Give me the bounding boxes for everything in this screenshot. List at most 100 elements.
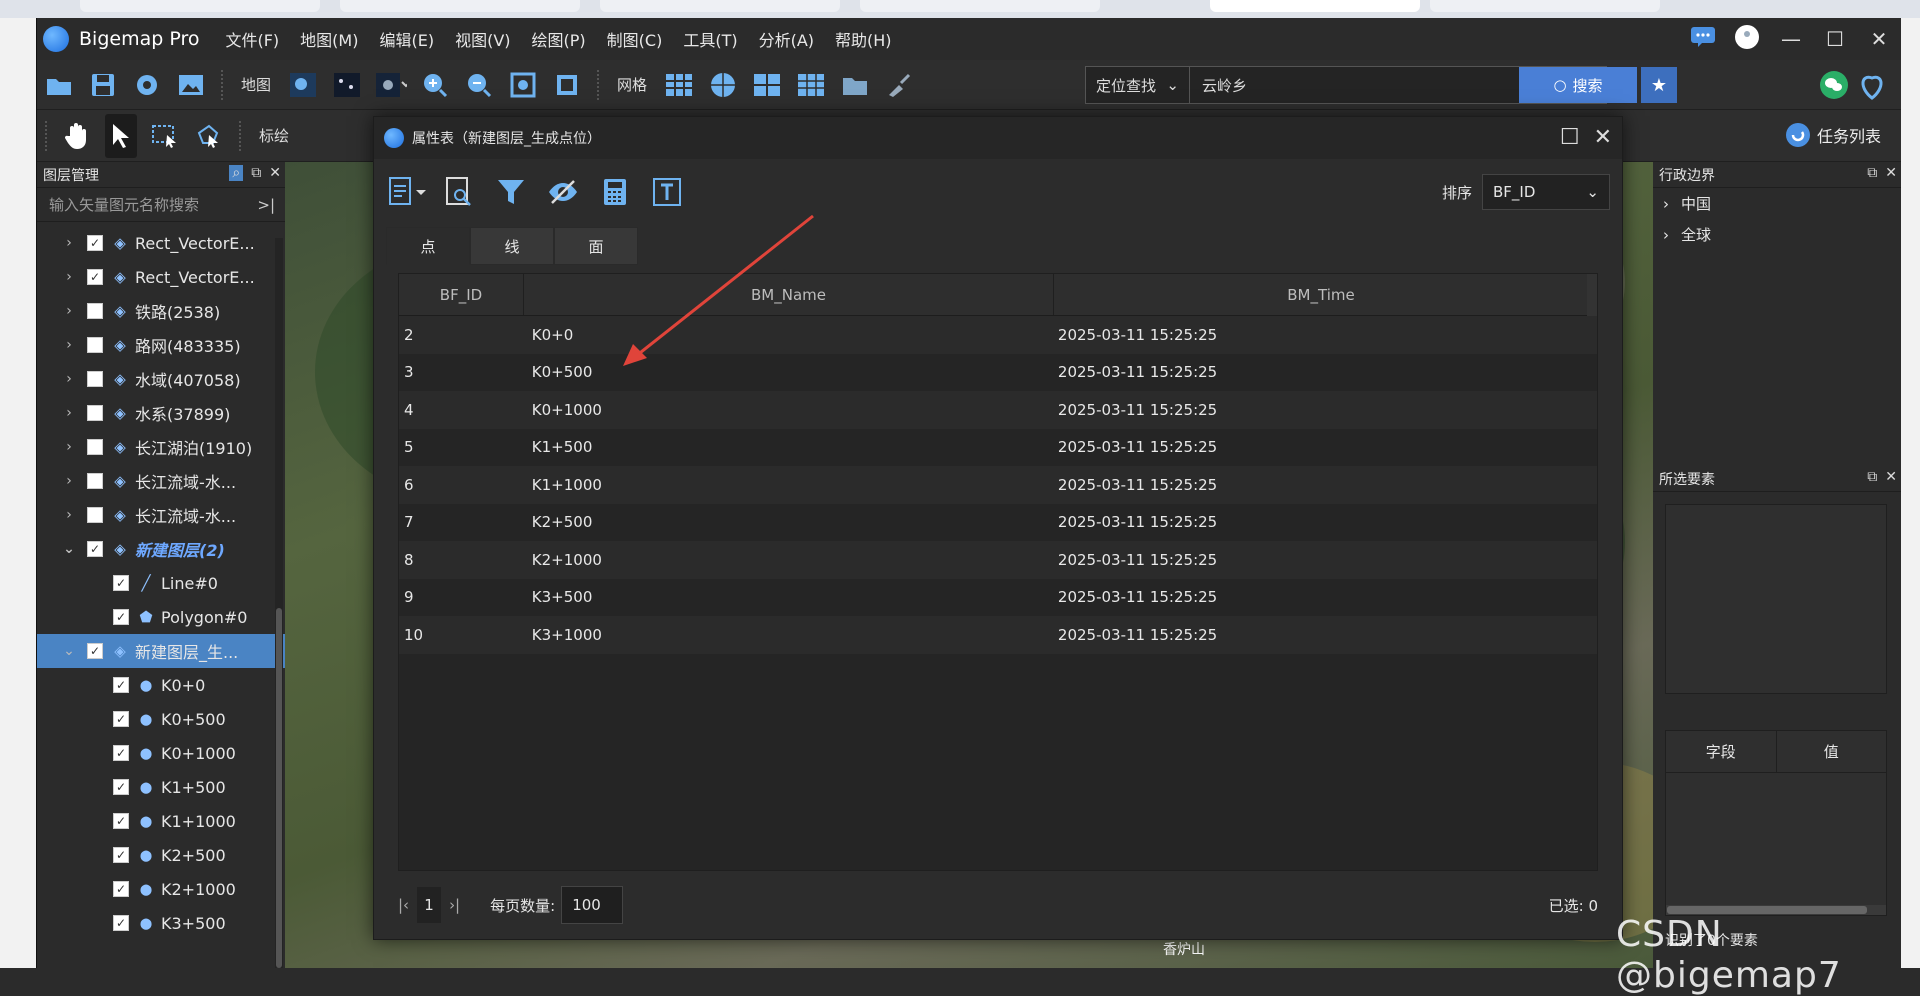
last-page-icon[interactable]: ›| [449, 896, 460, 914]
pan-hand-icon[interactable] [61, 121, 93, 151]
layer-row[interactable]: › ◈ 长江流域-水... [59, 498, 285, 532]
layer-row[interactable]: › ◈ 水域(407058) [59, 362, 285, 396]
layer-checkbox[interactable]: ✓ [113, 677, 129, 693]
layer-checkbox[interactable]: ✓ [113, 609, 129, 625]
chevron-right-icon[interactable]: › [1663, 195, 1669, 213]
float-panel-icon[interactable]: ⧉ [251, 165, 261, 181]
menu-tools[interactable]: 工具(T) [683, 27, 737, 51]
zoom-out-icon[interactable] [463, 70, 495, 100]
layer-checkbox[interactable] [87, 473, 103, 489]
zoom-in-icon[interactable] [419, 70, 451, 100]
table-row[interactable]: 7 K2+500 2025-03-11 15:25:25 [399, 503, 1597, 541]
search-button[interactable]: ○ 搜索 [1519, 67, 1637, 103]
close-panel-icon[interactable]: ✕ [269, 165, 281, 181]
layer-row[interactable]: ✓ ⬤ K3+500 [59, 906, 285, 940]
admin-item-china[interactable]: › 中国 [1653, 188, 1901, 219]
chevron-right-icon[interactable]: › [59, 303, 79, 319]
tab-point[interactable]: 点 [386, 227, 470, 265]
box-select-icon[interactable] [149, 121, 181, 151]
table-row[interactable]: 2 K0+0 2025-03-11 15:25:25 [399, 316, 1597, 354]
clear-brush-icon[interactable] [883, 70, 915, 100]
layer-checkbox[interactable]: ✓ [113, 711, 129, 727]
menu-view[interactable]: 视图(V) [455, 27, 510, 51]
chevron-right-icon[interactable]: › [59, 439, 79, 455]
message-icon[interactable] [1681, 26, 1725, 53]
calculator-icon[interactable] [594, 173, 636, 211]
menu-cartography[interactable]: 制图(C) [607, 27, 663, 51]
layer-checkbox[interactable]: ✓ [87, 235, 103, 251]
chevron-right-icon[interactable]: › [59, 337, 79, 353]
tab-line[interactable]: 线 [470, 227, 554, 265]
layer-row[interactable]: › ◈ 长江流域-水... [59, 464, 285, 498]
search-icon[interactable]: ⌕ [229, 165, 244, 181]
close-panel-icon[interactable]: ✕ [1885, 469, 1897, 485]
service-icon[interactable] [1857, 70, 1887, 104]
table-row[interactable]: 8 K2+1000 2025-03-11 15:25:25 [399, 541, 1597, 579]
open-folder-icon[interactable] [43, 70, 75, 100]
layer-checkbox[interactable] [87, 439, 103, 455]
layer-row[interactable]: › ✓ ◈ Rect_VectorE... [59, 226, 285, 260]
column-header-bm-name[interactable]: BM_Name [524, 274, 1054, 315]
full-extent-icon[interactable] [551, 70, 583, 100]
column-header-bm-time[interactable]: BM_Time [1054, 274, 1589, 315]
layer-checkbox[interactable] [87, 405, 103, 421]
maximize-button[interactable]: ☐ [1813, 27, 1857, 51]
layer-checkbox[interactable]: ✓ [87, 541, 103, 557]
grid-scrollbar[interactable] [1587, 274, 1597, 316]
user-avatar[interactable] [1725, 24, 1769, 55]
chevron-right-icon[interactable]: › [1663, 226, 1669, 244]
layer-checkbox[interactable]: ✓ [113, 575, 129, 591]
image-icon[interactable] [175, 70, 207, 100]
task-list-button[interactable]: 任务列表 [1785, 122, 1881, 148]
table-row[interactable]: 5 K1+500 2025-03-11 15:25:25 [399, 428, 1597, 466]
zoom-extent-icon[interactable] [507, 70, 539, 100]
layer-row[interactable]: ✓ ⬟ Polygon#0 [59, 600, 285, 634]
menu-help[interactable]: 帮助(H) [835, 27, 892, 51]
utm-grid-icon[interactable] [707, 70, 739, 100]
menu-draw[interactable]: 绘图(P) [532, 27, 586, 51]
layer-checkbox[interactable] [87, 507, 103, 523]
layer-row[interactable]: ⌄ ✓ ◈ 新建图层_生... [37, 634, 285, 668]
current-page[interactable]: 1 [417, 887, 442, 923]
layer-row[interactable]: › ◈ 长江湖泊(1910) [59, 430, 285, 464]
first-page-icon[interactable]: |‹ [398, 896, 409, 914]
satellite-map-icon[interactable] [287, 70, 319, 100]
layer-row[interactable]: ✓ ⬤ K1+500 [59, 770, 285, 804]
menu-edit[interactable]: 编辑(E) [379, 27, 434, 51]
chevron-right-icon[interactable]: › [59, 371, 79, 387]
float-panel-icon[interactable]: ⧉ [1867, 469, 1877, 485]
menu-map[interactable]: 地图(M) [300, 27, 358, 51]
layer-checkbox[interactable]: ✓ [113, 813, 129, 829]
menu-analysis[interactable]: 分析(A) [759, 27, 814, 51]
table-row[interactable]: 6 K1+1000 2025-03-11 15:25:25 [399, 466, 1597, 504]
float-panel-icon[interactable]: ⧉ [1867, 165, 1877, 181]
query-icon[interactable] [438, 173, 480, 211]
layer-row[interactable]: › ◈ 水系(37899) [59, 396, 285, 430]
layer-row[interactable]: › ✓ ◈ Rect_VectorE... [59, 260, 285, 294]
chevron-down-icon[interactable]: ⌄ [59, 541, 79, 557]
coordinate-grid-icon[interactable] [795, 70, 827, 100]
layer-search-input[interactable]: 输入矢量图元名称搜索 >| [37, 188, 285, 222]
save-icon[interactable] [87, 70, 119, 100]
search-mode-dropdown[interactable]: 定位查找 ⌄ [1086, 67, 1190, 103]
layer-row[interactable]: ✓ ⬤ K0+1000 [59, 736, 285, 770]
km-grid-icon[interactable] [751, 70, 783, 100]
table-row[interactable]: 4 K0+1000 2025-03-11 15:25:25 [399, 391, 1597, 429]
layer-row[interactable]: ✓ ⬤ K0+0 [59, 668, 285, 702]
chevron-right-icon[interactable]: › [59, 269, 79, 285]
chevron-right-icon[interactable]: › [59, 473, 79, 489]
chevron-right-icon[interactable]: › [59, 507, 79, 523]
close-button[interactable]: ✕ [1857, 27, 1901, 51]
layer-checkbox[interactable] [87, 337, 103, 353]
maximize-dialog-button[interactable]: ☐ [1560, 125, 1580, 150]
layer-row[interactable]: ✓ ⬤ K2+500 [59, 838, 285, 872]
wechat-icon[interactable] [1819, 70, 1849, 104]
night-map-icon[interactable] [331, 70, 363, 100]
chevron-right-icon[interactable]: › [59, 405, 79, 421]
layer-checkbox[interactable]: ✓ [113, 881, 129, 897]
layer-row[interactable]: ✓ ╱ Line#0 [59, 566, 285, 600]
sort-dropdown[interactable]: BF_ID ⌄ [1482, 174, 1610, 210]
layer-row[interactable]: › ◈ 路网(483335) [59, 328, 285, 362]
chevron-down-icon[interactable]: ⌄ [59, 643, 79, 659]
layer-checkbox[interactable]: ✓ [87, 269, 103, 285]
